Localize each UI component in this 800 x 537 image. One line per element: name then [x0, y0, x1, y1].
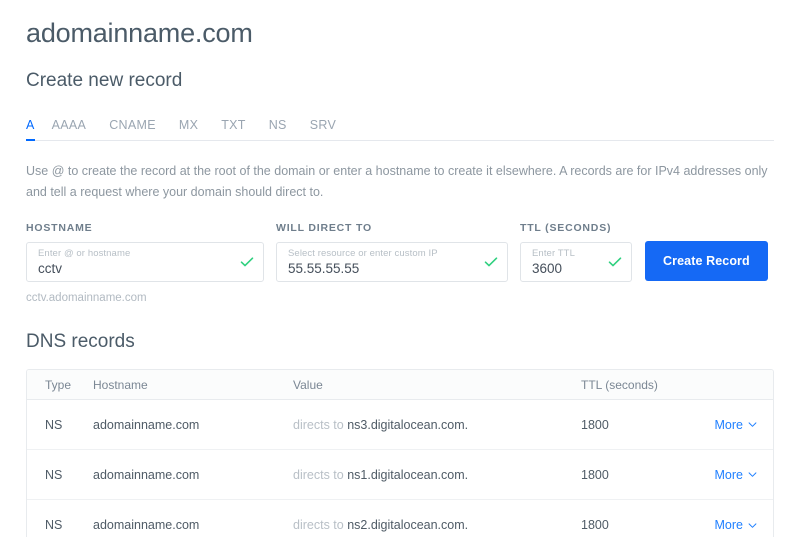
will-direct-to-label: WILL DIRECT TO	[276, 222, 372, 234]
record-type: NS	[45, 518, 63, 532]
record-type-tabs: A AAAA CNAME MX TXT NS SRV	[26, 109, 774, 141]
ttl-input[interactable]: Enter TTL 3600	[520, 242, 632, 282]
create-record-button[interactable]: Create Record	[645, 241, 768, 281]
record-hostname: adomainname.com	[93, 467, 200, 482]
will-direct-to-input[interactable]: Select resource or enter custom IP 55.55…	[276, 242, 508, 282]
record-type-description: Use @ to create the record at the root o…	[26, 164, 768, 199]
tab-cname[interactable]: CNAME	[109, 117, 171, 133]
column-header-value: Value	[293, 377, 323, 392]
check-icon	[240, 257, 254, 267]
tab-a[interactable]: A	[26, 117, 44, 141]
table-row: NS adomainname.com directs to ns3.digita…	[27, 400, 773, 450]
chevron-down-icon	[748, 522, 757, 528]
record-value: directs to ns3.digitalocean.com.	[293, 418, 581, 432]
hostname-label: HOSTNAME	[26, 222, 93, 234]
will-direct-to-placeholder: Select resource or enter custom IP	[288, 247, 438, 259]
table-row: NS adomainname.com directs to ns1.digita…	[27, 450, 773, 500]
record-actions: More	[701, 518, 773, 532]
more-button[interactable]: More	[715, 418, 757, 432]
ttl-label: TTL (SECONDS)	[520, 222, 612, 234]
more-label: More	[714, 518, 743, 532]
more-label: More	[714, 417, 743, 432]
record-value-prefix: directs to	[293, 467, 344, 482]
tab-srv[interactable]: SRV	[310, 117, 351, 133]
record-type: NS	[45, 467, 63, 482]
check-icon	[484, 257, 498, 267]
record-hostname: adomainname.com	[93, 518, 200, 532]
page-title: adomainname.com	[26, 18, 253, 48]
table-row: NS adomainname.com directs to ns2.digita…	[27, 500, 773, 537]
tab-txt[interactable]: TXT	[221, 117, 261, 133]
ttl-placeholder: Enter TTL	[532, 247, 575, 259]
column-header-ttl: TTL (seconds)	[581, 377, 658, 392]
dns-management-page: adomainname.com Create new record A AAAA…	[0, 0, 800, 537]
tab-list: A AAAA CNAME MX TXT NS SRV	[26, 109, 774, 141]
more-button[interactable]: More	[715, 518, 757, 532]
record-value: directs to ns2.digitalocean.com.	[293, 518, 581, 532]
tab-ns[interactable]: NS	[269, 117, 302, 133]
column-header-type: Type	[45, 377, 72, 392]
more-button[interactable]: More	[715, 468, 757, 482]
chevron-down-icon	[748, 422, 757, 427]
hostname-field-group: HOSTNAME Enter @ or hostname cctv cctv.a…	[26, 221, 264, 306]
record-value: directs to ns1.digitalocean.com.	[293, 468, 581, 482]
create-record-form: HOSTNAME Enter @ or hostname cctv cctv.a…	[26, 221, 774, 306]
ttl-value: 3600	[532, 260, 563, 276]
record-value-target: ns3.digitalocean.com.	[347, 417, 469, 432]
hostname-helper-text: cctv.adomainname.com	[26, 292, 147, 304]
create-record-heading: Create new record	[26, 70, 183, 91]
record-actions: More	[701, 418, 773, 432]
column-header-hostname: Hostname	[93, 377, 148, 392]
submit-group: Create Record	[645, 221, 768, 281]
ttl-field-group: TTL (SECONDS) Enter TTL 3600	[520, 221, 632, 282]
record-value-prefix: directs to	[293, 518, 344, 532]
hostname-input[interactable]: Enter @ or hostname cctv	[26, 242, 264, 282]
dns-records-table: Type Hostname Value TTL (seconds) NS ado…	[26, 369, 774, 537]
record-actions: More	[701, 468, 773, 482]
record-ttl: 1800	[581, 467, 609, 482]
more-label: More	[714, 467, 743, 482]
tab-aaaa[interactable]: AAAA	[52, 117, 102, 133]
record-value-prefix: directs to	[293, 417, 344, 432]
table-header-row: Type Hostname Value TTL (seconds)	[27, 370, 773, 400]
record-value-target: ns1.digitalocean.com.	[347, 467, 469, 482]
hostname-placeholder: Enter @ or hostname	[38, 247, 131, 259]
tabs-divider	[26, 140, 774, 141]
tab-mx[interactable]: MX	[179, 117, 213, 133]
record-type: NS	[45, 417, 63, 432]
dns-records-heading: DNS records	[26, 331, 135, 352]
record-hostname: adomainname.com	[93, 417, 200, 432]
record-ttl: 1800	[581, 518, 609, 532]
hostname-value: cctv	[38, 260, 63, 276]
check-icon	[608, 257, 622, 267]
chevron-down-icon	[748, 472, 757, 477]
will-direct-to-value: 55.55.55.55	[288, 260, 360, 276]
will-direct-to-field-group: WILL DIRECT TO Select resource or enter …	[276, 221, 508, 282]
record-ttl: 1800	[581, 417, 609, 432]
record-value-target: ns2.digitalocean.com.	[347, 518, 469, 532]
